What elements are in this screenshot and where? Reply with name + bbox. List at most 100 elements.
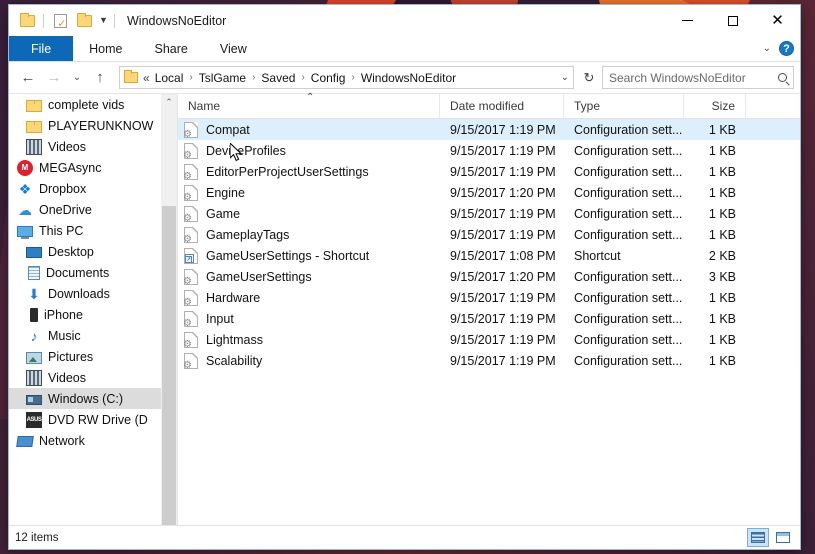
table-row[interactable]: Lightmass 9/15/2017 1:19 PM Configuration … xyxy=(178,329,800,350)
table-row[interactable]: Hardware 9/15/2017 1:19 PM Configuration s… xyxy=(178,287,800,308)
maximize-button[interactable] xyxy=(710,5,755,36)
column-header-type[interactable]: Type xyxy=(564,94,684,118)
file-size-cell: 1 KB xyxy=(708,122,736,137)
sidebar-item-dvd-rw-drive-d[interactable]: ASUS DVD RW Drive (D xyxy=(9,409,177,430)
sidebar-item-iphone[interactable]: iPhone xyxy=(9,304,177,325)
breadcrumb-item-local[interactable]: Local xyxy=(155,71,184,85)
table-row[interactable]: Game 9/15/2017 1:19 PM Configuration sett.… xyxy=(178,203,800,224)
table-row[interactable]: Engine 9/15/2017 1:20 PM Configuration set… xyxy=(178,182,800,203)
table-row[interactable]: EditorPerProjectUserSettings 9/15/2017 1:… xyxy=(178,161,800,182)
minimize-button[interactable] xyxy=(665,5,710,36)
breadcrumb-item-tslgame[interactable]: TslGame xyxy=(199,71,246,85)
help-icon[interactable]: ? xyxy=(779,41,794,56)
file-type-cell: Configuration sett... xyxy=(574,185,683,200)
column-header-size[interactable]: Size xyxy=(684,94,746,118)
ribbon-tabs: File Home Share View ⌄ ? xyxy=(9,36,800,62)
address-bar: ← → ⌄ ↑ « Local › TslGame › Saved › Conf… xyxy=(9,62,800,94)
breadcrumb-dropdown-icon[interactable]: ⌄ xyxy=(555,72,569,83)
file-type-cell: Configuration sett... xyxy=(574,332,683,347)
sidebar-item-label: complete vids xyxy=(48,97,125,112)
sort-ascending-icon: ⌃ xyxy=(306,92,315,103)
sidebar-item-documents[interactable]: Documents xyxy=(9,262,177,283)
breadcrumb-separator-icon[interactable]: › xyxy=(252,72,255,83)
music-icon: ♪ xyxy=(30,327,38,344)
sidebar-item-label: Desktop xyxy=(48,244,94,259)
sidebar-item-complete-vids[interactable]: complete vids xyxy=(9,94,177,115)
sidebar-item-dropbox[interactable]: ❖ Dropbox xyxy=(9,178,177,199)
scrollbar-track[interactable] xyxy=(161,111,177,525)
breadcrumb-separator-icon[interactable]: › xyxy=(351,72,354,83)
back-button[interactable]: ← xyxy=(15,65,41,91)
table-row[interactable]: DeviceProfiles 9/15/2017 1:19 PM Configura… xyxy=(178,140,800,161)
file-name-label: GameplayTags xyxy=(206,227,290,242)
breadcrumb-separator-icon[interactable]: › xyxy=(301,72,304,83)
quick-access-toolbar: ▼ xyxy=(9,10,119,32)
file-size-cell: 1 KB xyxy=(708,290,736,305)
table-row[interactable]: GameplayTags 9/15/2017 1:19 PM Configurati… xyxy=(178,224,800,245)
file-size-cell: 1 KB xyxy=(708,164,736,179)
close-button[interactable]: ✕ xyxy=(755,5,800,36)
column-header-date-modified[interactable]: Date modified xyxy=(440,94,564,118)
breadcrumb-separator-icon[interactable]: › xyxy=(189,72,192,83)
file-name-label: GameUserSettings - Shortcut xyxy=(206,248,370,263)
properties-icon[interactable] xyxy=(48,10,72,32)
tab-file[interactable]: File xyxy=(9,36,74,61)
sidebar-item-this-pc[interactable]: This PC xyxy=(9,220,177,241)
file-size-cell: 1 KB xyxy=(708,227,736,242)
tab-share[interactable]: Share xyxy=(139,36,204,61)
forward-button[interactable]: → xyxy=(41,65,67,91)
file-type-cell: Configuration sett... xyxy=(574,143,683,158)
table-row[interactable]: ↗ GameUserSettings - Shortcut 9/15/2017 1:… xyxy=(178,245,800,266)
search-placeholder: Search WindowsNoEditor xyxy=(609,70,746,85)
title-bar[interactable]: ▼ WindowsNoEditor ✕ xyxy=(9,5,800,36)
details-view-button[interactable] xyxy=(747,528,769,547)
config-file-icon xyxy=(183,310,198,327)
large-icons-view-button[interactable] xyxy=(772,528,794,547)
scrollbar-thumb[interactable] xyxy=(162,206,176,525)
breadcrumb-item-saved[interactable]: Saved xyxy=(261,71,295,85)
sidebar-item-network[interactable]: Network xyxy=(9,430,177,451)
new-folder-icon[interactable] xyxy=(72,10,96,32)
up-button[interactable]: ↑ xyxy=(87,65,113,91)
file-name-cell: Compat xyxy=(178,121,440,138)
sidebar-item-label: Network xyxy=(39,433,85,448)
recent-locations-button[interactable]: ⌄ xyxy=(67,65,87,91)
sidebar-item-label: DVD RW Drive (D xyxy=(48,412,148,427)
navigation-pane: complete vids PLAYERUNKNOW Videos M MEGAsync… xyxy=(9,94,177,525)
tab-home[interactable]: Home xyxy=(73,36,138,61)
onedrive-icon: ☁ xyxy=(18,201,32,218)
sidebar-item-windows-c[interactable]: Windows (C:) xyxy=(9,388,177,409)
sidebar-item-megasync[interactable]: M MEGAsync xyxy=(9,157,177,178)
sidebar-item-playerunknow[interactable]: PLAYERUNKNOW xyxy=(9,115,177,136)
breadcrumb[interactable]: « Local › TslGame › Saved › Config › Win… xyxy=(119,66,574,89)
breadcrumb-overflow[interactable]: « xyxy=(143,71,150,85)
folder-icon[interactable] xyxy=(15,10,39,32)
sidebar-item-music[interactable]: ♪ Music xyxy=(9,325,177,346)
sidebar-item-pictures[interactable]: Pictures xyxy=(9,346,177,367)
dvd-drive-icon: ASUS xyxy=(26,411,42,428)
sidebar-item-videos[interactable]: Videos xyxy=(9,136,177,157)
breadcrumb-item-config[interactable]: Config xyxy=(311,71,346,85)
sidebar-item-downloads[interactable]: ⬇ Downloads xyxy=(9,283,177,304)
breadcrumb-item-windowsnoeditor[interactable]: WindowsNoEditor xyxy=(361,71,456,85)
search-icon[interactable] xyxy=(778,73,787,82)
pictures-icon xyxy=(26,351,42,364)
file-name-cell: Input xyxy=(178,310,440,327)
navigation-scrollbar[interactable]: ⌃ ⌄ xyxy=(161,94,177,525)
table-row[interactable]: GameUserSettings 9/15/2017 1:20 PM Configu… xyxy=(178,266,800,287)
sidebar-item-onedrive[interactable]: ☁ OneDrive xyxy=(9,199,177,220)
file-type-cell: Configuration sett... xyxy=(574,206,683,221)
search-input[interactable]: Search WindowsNoEditor xyxy=(602,66,794,89)
table-row[interactable]: Compat 9/15/2017 1:19 PM Configuration set… xyxy=(178,119,800,140)
sidebar-item-videos[interactable]: Videos xyxy=(9,367,177,388)
sidebar-item-desktop[interactable]: Desktop xyxy=(9,241,177,262)
table-row[interactable]: Input 9/15/2017 1:19 PM Configuration sett… xyxy=(178,308,800,329)
table-row[interactable]: Scalability 9/15/2017 1:19 PM Configuratio… xyxy=(178,350,800,371)
scroll-up-button[interactable]: ⌃ xyxy=(161,94,177,111)
refresh-button[interactable]: ↻ xyxy=(578,70,600,86)
customize-dropdown-icon[interactable]: ▼ xyxy=(96,10,110,32)
file-name-label: Hardware xyxy=(206,290,261,305)
chevron-down-icon[interactable]: ⌄ xyxy=(763,43,771,54)
config-file-icon xyxy=(183,226,198,243)
tab-view[interactable]: View xyxy=(204,36,263,61)
